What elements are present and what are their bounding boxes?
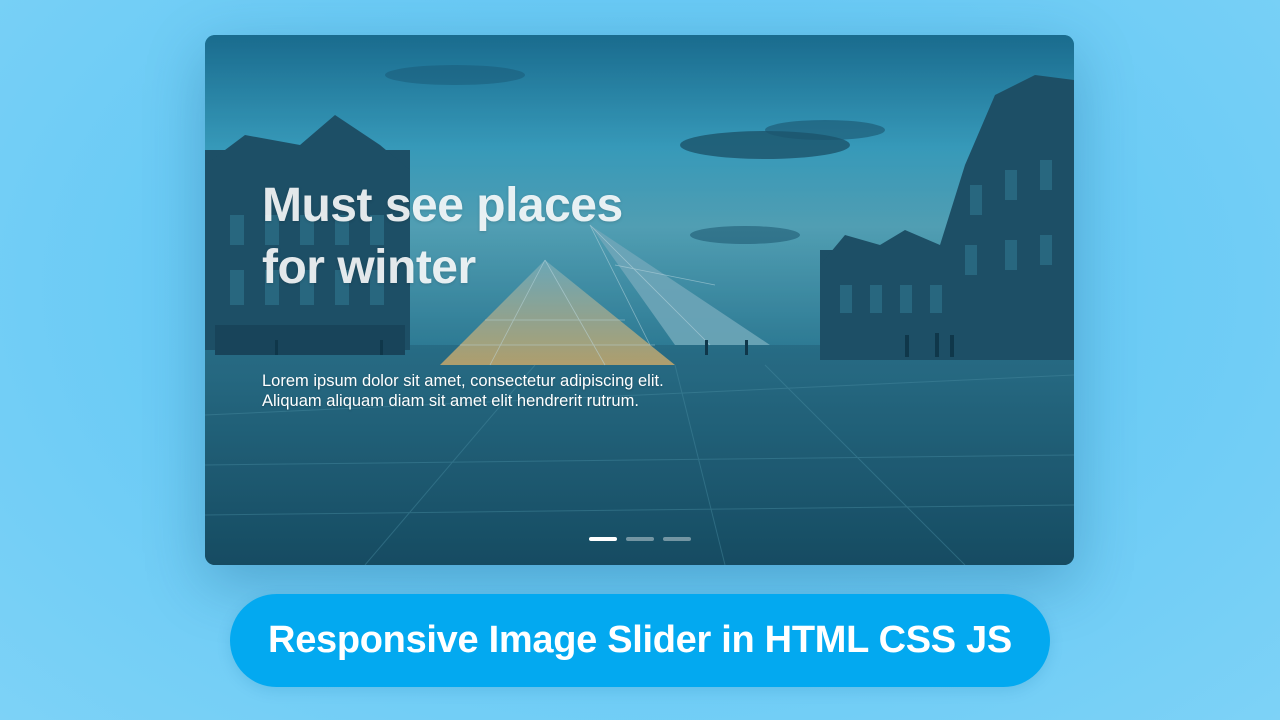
slide-title: Must see places for winter [262,179,623,294]
slide-dot-1[interactable] [589,537,617,541]
image-slider[interactable]: Must see places for winter Lorem ipsum d… [205,35,1074,565]
caption-text: Responsive Image Slider in HTML CSS JS [268,619,1012,661]
slide-image [205,35,1074,565]
slider-pagination [589,537,691,541]
slide-dot-2[interactable] [626,537,654,541]
slide-description: Lorem ipsum dolor sit amet, consectetur … [262,372,664,410]
caption-banner: Responsive Image Slider in HTML CSS JS [230,594,1050,687]
slide-content: Must see places for winter [262,175,782,299]
slide-dot-3[interactable] [663,537,691,541]
